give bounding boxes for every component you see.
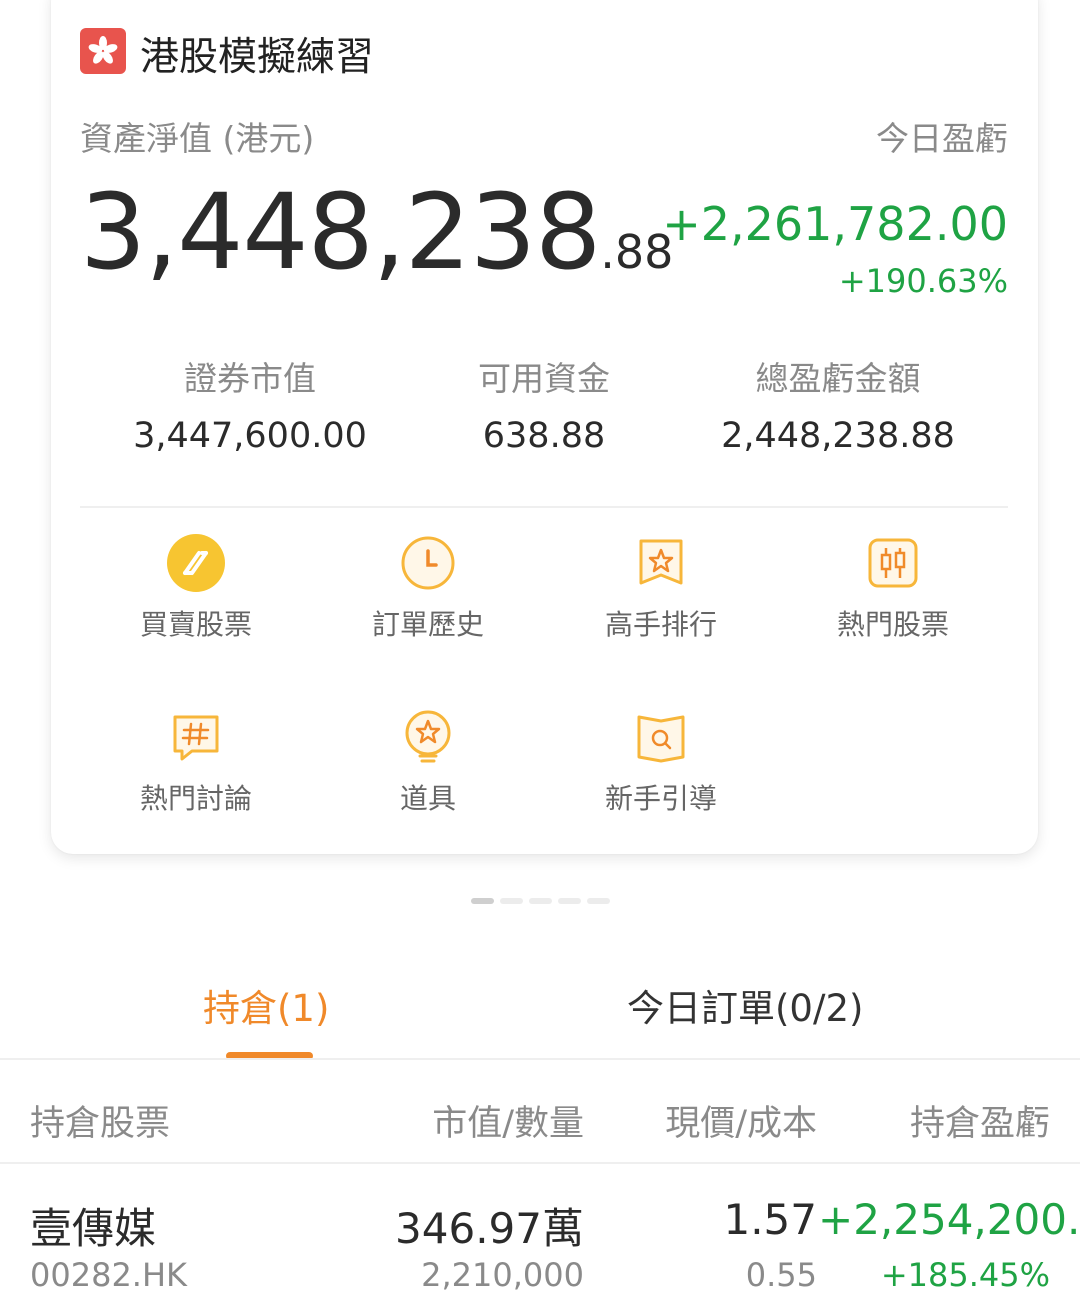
net-asset-value: 3,448,238.88 xyxy=(80,180,673,284)
column-header-price-cost: 現價/成本 xyxy=(665,1104,817,1144)
column-header-position-pnl: 持倉盈虧 xyxy=(909,1104,1050,1144)
star-badge-icon xyxy=(398,707,458,767)
action-trade-stocks[interactable]: 買賣股票 xyxy=(96,533,296,643)
position-pnl-clip: +2,254,200.00 xyxy=(818,1185,1080,1255)
net-asset-label: 資產淨值 (港元) xyxy=(80,119,315,158)
carousel-dot xyxy=(587,898,610,904)
divider xyxy=(0,1162,1080,1164)
book-search-icon xyxy=(631,707,691,767)
action-label: 熱門股票 xyxy=(836,608,949,641)
stat-label: 證券市值 xyxy=(184,359,316,398)
position-pnl-percent: +185.45% xyxy=(880,1256,1050,1294)
clock-icon xyxy=(398,533,458,593)
action-label: 新手引導 xyxy=(604,782,717,815)
today-pnl-label: 今日盈虧 xyxy=(876,119,1008,158)
stat-label: 總盈虧金額 xyxy=(755,359,921,398)
tab-positions[interactable]: 持倉(1) xyxy=(203,978,329,1032)
action-label: 熱門討論 xyxy=(139,782,252,815)
action-label: 訂單歷史 xyxy=(371,608,484,641)
action-leaderboard[interactable]: 高手排行 xyxy=(561,533,761,643)
action-props[interactable]: 道具 xyxy=(328,707,528,817)
action-hot-stocks[interactable]: 熱門股票 xyxy=(793,533,993,643)
net-asset-integer: 3,448,238 xyxy=(80,171,601,293)
trade-icon xyxy=(166,533,226,593)
divider xyxy=(0,1058,1080,1060)
cost-price: 0.55 xyxy=(745,1256,817,1294)
stat-market-value: 證券市值 3,447,600.00 xyxy=(100,352,400,456)
column-header-stock: 持倉股票 xyxy=(30,1104,171,1144)
action-label: 高手排行 xyxy=(604,608,717,641)
today-pnl-value: +2,261,782.00 xyxy=(662,197,1008,251)
action-hot-discussion[interactable]: 熱門討論 xyxy=(96,707,296,817)
stock-name[interactable]: 壹傳媒 xyxy=(30,1195,156,1256)
position-pnl-value: +2,254,200.00 xyxy=(818,1195,1080,1244)
page-title: 港股模擬練習 xyxy=(140,35,375,80)
action-beginner-guide[interactable]: 新手引導 xyxy=(561,707,761,817)
action-order-history[interactable]: 訂單歷史 xyxy=(328,533,528,643)
today-pnl-percent: +190.63% xyxy=(838,262,1008,300)
carousel-dot xyxy=(471,898,494,904)
candlestick-icon xyxy=(863,533,923,593)
stat-available-cash: 可用資金 638.88 xyxy=(394,352,694,456)
stock-code: 00282.HK xyxy=(30,1256,188,1294)
hk-flag-icon xyxy=(80,28,126,74)
star-bookmark-icon xyxy=(631,533,691,593)
divider xyxy=(80,506,1008,508)
carousel-indicator xyxy=(471,898,610,904)
carousel-dot xyxy=(529,898,552,904)
carousel-dot xyxy=(558,898,581,904)
stat-total-pnl: 總盈虧金額 2,448,238.88 xyxy=(688,352,988,456)
action-label: 道具 xyxy=(399,782,456,815)
column-header-market-value: 市值/數量 xyxy=(432,1104,584,1144)
market-value: 346.97萬 xyxy=(395,1204,584,1253)
stat-value: 638.88 xyxy=(482,416,606,456)
tab-today-orders[interactable]: 今日訂單(0/2) xyxy=(627,978,863,1032)
stat-value: 2,448,238.88 xyxy=(721,416,955,456)
quantity: 2,210,000 xyxy=(421,1256,584,1294)
carousel-dot xyxy=(500,898,523,904)
action-label: 買賣股票 xyxy=(139,608,252,641)
hashtag-chat-icon xyxy=(166,707,226,767)
stat-value: 3,447,600.00 xyxy=(133,416,367,456)
stat-label: 可用資金 xyxy=(478,359,610,398)
current-price: 1.57 xyxy=(723,1195,817,1244)
